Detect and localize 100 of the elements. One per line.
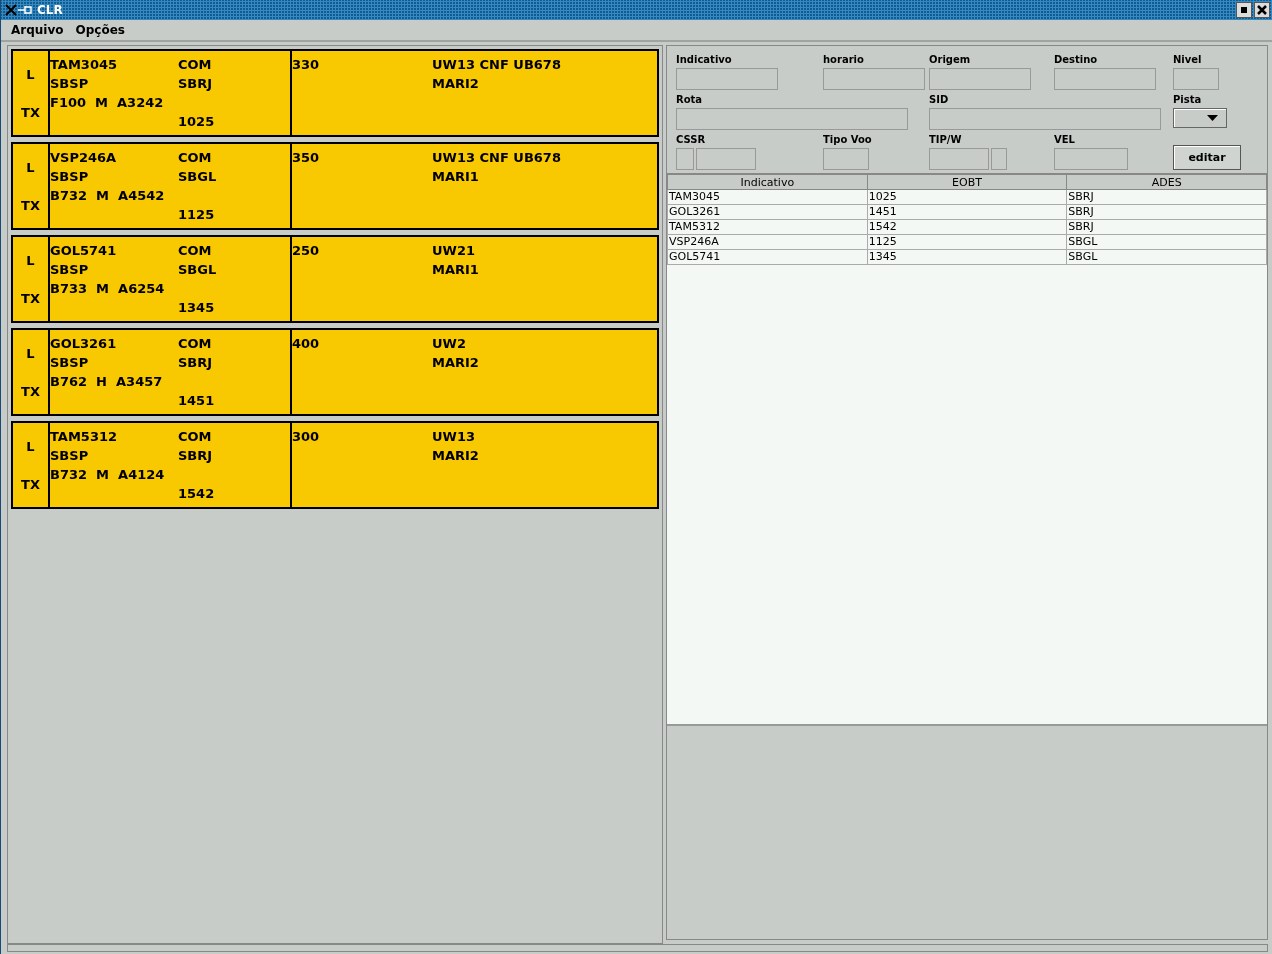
input-field[interactable] (1054, 68, 1156, 90)
flight-type-text: COM (178, 242, 213, 260)
sid-text: MARI1 (432, 261, 479, 279)
field-label: Indicativo (676, 54, 733, 66)
strip-mark: TX (21, 290, 40, 306)
dropdown-arrow-icon (1207, 115, 1218, 121)
table-cell: 1345 (867, 249, 1067, 265)
menu-item[interactable]: Arquivo (11, 23, 64, 37)
close-button[interactable] (1254, 2, 1270, 18)
input-field[interactable] (823, 68, 925, 90)
origin-text: SBSP (50, 261, 90, 279)
flight-strip[interactable]: L TX GOL5741 COM SBSP SBGL B733 M A6254 1345 250 UW21 MARI1 (11, 235, 659, 323)
destination-text: SBRJ (178, 354, 214, 372)
time-text: 1542 (178, 485, 216, 503)
strip-mark: L (26, 66, 35, 82)
level-text: 300 (292, 428, 321, 446)
column-header[interactable]: ADES (1066, 174, 1267, 190)
input-field[interactable] (929, 108, 1161, 130)
table-cell: 1125 (867, 234, 1067, 250)
route-text: UW21 (432, 242, 475, 260)
flight-strip[interactable]: L TX TAM3045 COM SBSP SBRJ F100 M A3242 1025 330 UW13 CNF UB678 MARI2 (11, 49, 659, 137)
time-text: 1025 (178, 113, 216, 131)
maximize-button[interactable] (1236, 2, 1252, 18)
menu-item[interactable]: Opções (75, 23, 125, 37)
flight-type-text: COM (178, 428, 213, 446)
pista-dropdown[interactable] (1173, 108, 1227, 128)
input-field[interactable] (823, 148, 869, 170)
strip-mark: L (26, 438, 35, 454)
input-field[interactable] (929, 68, 1031, 90)
flight-strip[interactable]: L TX TAM5312 COM SBSP SBRJ B732 M A4124 1542 300 UW13 MARI2 (11, 421, 659, 509)
horizontal-scroll-bar[interactable] (7, 944, 1268, 952)
route-text: UW2 (432, 335, 466, 353)
strip-mark: TX (21, 383, 40, 399)
aircraft-text: B732 M A4542 (50, 187, 166, 205)
field-label: horario (823, 54, 865, 66)
origin-text: SBSP (50, 447, 90, 465)
table-cell: 1025 (867, 189, 1067, 205)
aircraft-text: B732 M A4124 (50, 466, 166, 484)
input-field[interactable] (676, 68, 778, 90)
strip-mark: TX (21, 476, 40, 492)
level-text: 350 (292, 149, 321, 167)
table-cell: SBRJ (1066, 219, 1267, 235)
aircraft-text: B762 H A3457 (50, 373, 164, 391)
callsign-text: VSP246A (50, 149, 118, 167)
square-icon (1240, 6, 1248, 14)
field-label: VEL (1054, 134, 1076, 146)
table-cell: SBRJ (1066, 204, 1267, 220)
table-cell: SBRJ (1066, 189, 1267, 205)
column-header[interactable]: Indicativo (667, 174, 868, 190)
time-text: 1125 (178, 206, 216, 224)
field-label: Nivel (1173, 54, 1203, 66)
route-text: UW13 (432, 428, 475, 446)
origin-text: SBSP (50, 75, 90, 93)
table-cell: TAM3045 (667, 189, 868, 205)
strip-mark: L (26, 252, 35, 268)
field-label: Tipo Voo (823, 134, 873, 146)
field-label: Destino (1054, 54, 1099, 66)
flight-strip[interactable]: L TX GOL3261 COM SBSP SBRJ B762 H A3457 1451 400 UW2 MARI2 (11, 328, 659, 416)
origin-text: SBSP (50, 168, 90, 186)
table-cell: SBGL (1066, 234, 1267, 250)
table-cell: GOL3261 (667, 204, 868, 220)
input-field[interactable] (676, 108, 908, 130)
input-field[interactable] (991, 148, 1007, 170)
time-text: 1345 (178, 299, 216, 317)
input-field[interactable] (676, 148, 694, 170)
sid-text: MARI1 (432, 168, 479, 186)
input-field[interactable] (929, 148, 989, 170)
flight-type-text: COM (178, 335, 213, 353)
origin-text: SBSP (50, 354, 90, 372)
field-label: CSSR (676, 134, 707, 146)
callsign-text: GOL3261 (50, 335, 118, 353)
window-pin-icon (5, 4, 33, 16)
destination-text: SBRJ (178, 447, 214, 465)
field-label: Origem (929, 54, 972, 66)
destination-text: SBGL (178, 168, 218, 186)
table-cell: SBGL (1066, 249, 1267, 265)
input-field[interactable] (1054, 148, 1128, 170)
destination-text: SBRJ (178, 75, 214, 93)
table-cell: 1451 (867, 204, 1067, 220)
sid-text: MARI2 (432, 75, 479, 93)
strip-mark: TX (21, 104, 40, 120)
flight-type-text: COM (178, 149, 213, 167)
window-title: CLR (37, 3, 64, 17)
input-field[interactable] (696, 148, 756, 170)
column-header[interactable]: EOBT (867, 174, 1067, 190)
flight-strip[interactable]: L TX VSP246A COM SBSP SBGL B732 M A4542 1125 350 UW13 CNF UB678 MARI1 (11, 142, 659, 230)
level-text: 400 (292, 335, 321, 353)
edit-button[interactable]: editar (1173, 145, 1241, 170)
table-cell: TAM5312 (667, 219, 868, 235)
field-label: Rota (676, 94, 704, 106)
close-icon (1257, 5, 1267, 15)
level-text: 330 (292, 56, 321, 74)
destination-text: SBGL (178, 261, 218, 279)
route-text: UW13 CNF UB678 (432, 149, 561, 167)
input-field[interactable] (1173, 68, 1219, 90)
route-text: UW13 CNF UB678 (432, 56, 561, 74)
table-cell: GOL5741 (667, 249, 868, 265)
field-label: Pista (1173, 94, 1203, 106)
callsign-text: TAM5312 (50, 428, 119, 446)
table-cell: 1542 (867, 219, 1067, 235)
